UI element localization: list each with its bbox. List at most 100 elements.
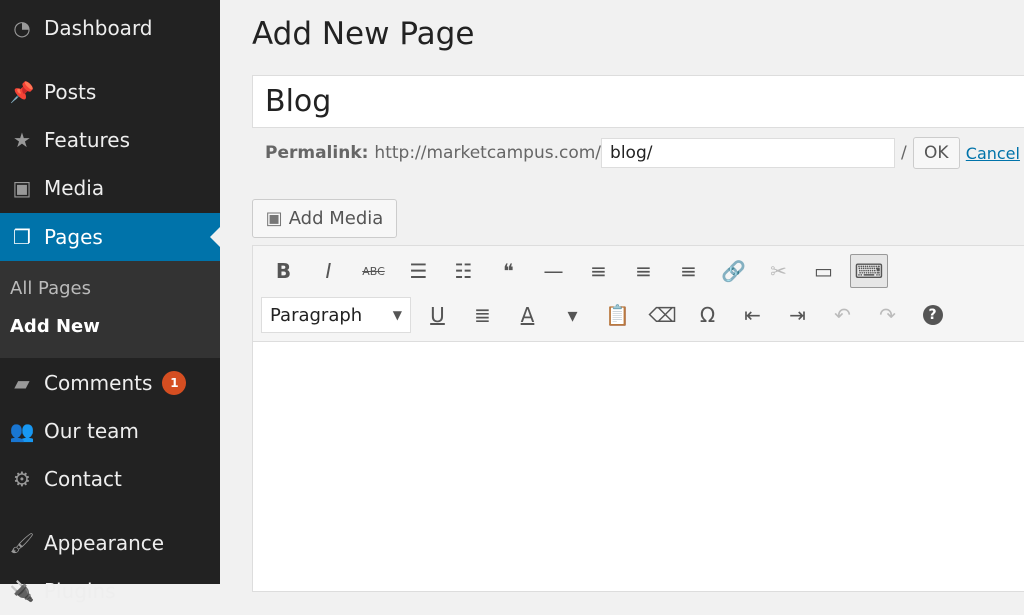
special-character-icon: Ω [699,303,716,327]
page-title: Add New Page [252,16,475,52]
sidebar-item-label: Media [44,176,105,200]
underline-icon: U [430,303,445,327]
format-select[interactable]: Paragraph ▼ [261,297,411,333]
help-icon: ? [922,305,943,325]
add-media-button[interactable]: ▣ Add Media [252,199,397,238]
horizontal-line-icon: — [543,259,564,283]
sidebar-item-pages[interactable]: ❐ Pages [0,213,220,261]
gear-icon: ⚙ [13,467,31,491]
sidebar-item-plugins[interactable]: 🔌 Plugins [0,567,220,615]
team-icon: 👥 [9,419,35,443]
underline-button[interactable]: U [415,298,460,332]
chevron-down-icon: ▼ [392,308,402,322]
pin-icon: 📌 [9,80,35,104]
cancel-link[interactable]: Cancel [966,144,1020,163]
unlink-button[interactable]: ✂ [756,254,801,288]
redo-icon: ↷ [879,303,896,327]
justify-icon: ≣ [474,303,491,327]
align-center-button[interactable]: ≡ [621,254,666,288]
clear-formatting-button[interactable]: ⌫ [640,298,685,332]
star-icon: ★ [13,128,31,152]
media-icon: ▣ [265,208,283,229]
submenu-add-new[interactable]: Add New [10,316,100,337]
align-center-icon: ≡ [635,259,652,283]
sidebar-item-label: Our team [44,419,139,443]
toolbar-toggle-icon: ⌨ [854,259,884,283]
horizontal-line-button[interactable]: — [531,254,576,288]
slug-input[interactable] [601,138,896,168]
paste-text-button[interactable]: 📋 [595,298,640,332]
editor-content-area[interactable] [252,342,1024,592]
read-more-button[interactable]: ▭ [801,254,846,288]
count-badge: 1 [162,371,187,395]
editor-toolbar: B I ABC ☰ ☷ ❝ — ≡ ≡ ≡ 🔗 ✂ ▭ ⌨ Paragraph ▼ U ≣ A ▾ 📋 ⌫ Ω ⇤ ⇥ ↶ ↷? [252,245,1024,342]
permalink-row: Permalink: http://marketcampus.com/ / OK… [265,137,1020,169]
sidebar-item-dashboard[interactable]: ◔ Dashboard [0,4,220,52]
media-icon: ▣ [12,176,32,200]
link-button[interactable]: 🔗 [711,254,756,288]
special-character-button[interactable]: Ω [685,298,730,332]
paste-text-icon: 📋 [605,303,630,327]
sidebar-item-label: Appearance [44,531,165,555]
read-more-icon: ▭ [814,259,833,283]
outdent-button[interactable]: ⇤ [730,298,775,332]
help-button[interactable]: ? [910,298,955,332]
text-color-dropdown-button[interactable]: ▾ [550,298,595,332]
sidebar-item-comments[interactable]: ▰ Comments 1 [0,359,220,407]
comment-icon: ▰ [14,371,30,395]
strikethrough-icon: ABC [362,264,385,278]
align-left-button[interactable]: ≡ [576,254,621,288]
permalink-label: Permalink: [265,143,369,163]
plugin-icon: 🔌 [9,579,35,603]
sidebar-item-contact[interactable]: ⚙ Contact [0,455,220,503]
pages-icon: ❐ [13,225,31,249]
sidebar-item-features[interactable]: ★ Features [0,116,220,164]
bold-icon: B [275,259,292,283]
bullet-list-icon: ☰ [409,259,428,283]
sidebar-item-label: Comments [44,371,153,395]
indent-icon: ⇥ [789,303,806,327]
undo-icon: ↶ [834,303,851,327]
numbered-list-icon: ☷ [454,259,473,283]
align-right-button[interactable]: ≡ [666,254,711,288]
link-icon: 🔗 [721,259,746,283]
sidebar-item-label: Pages [44,225,103,249]
undo-button[interactable]: ↶ [820,298,865,332]
text-color-dropdown-icon: ▾ [567,303,578,327]
sidebar-item-posts[interactable]: 📌 Posts [0,68,220,116]
italic-icon: I [325,259,332,283]
pages-submenu: All Pages Add New [0,261,220,358]
outdent-icon: ⇤ [744,303,761,327]
sidebar-item-label: Plugins [44,579,116,603]
sidebar-item-label: Contact [44,467,122,491]
format-value: Paragraph [270,304,363,326]
title-input[interactable]: Blog [252,75,1024,128]
bold-button[interactable]: B [261,254,306,288]
redo-button[interactable]: ↷ [865,298,910,332]
blockquote-icon: ❝ [503,259,514,283]
justify-button[interactable]: ≣ [460,298,505,332]
numbered-list-button[interactable]: ☷ [441,254,486,288]
sidebar-item-appearance[interactable]: 🖌 Appearance [0,519,220,567]
align-right-icon: ≡ [680,259,697,283]
sidebar-item-media[interactable]: ▣ Media [0,164,220,212]
italic-button[interactable]: I [306,254,351,288]
add-media-label: Add Media [288,208,384,229]
slash: / [901,143,907,163]
text-color-button[interactable]: A [505,298,550,332]
text-color-icon: A [520,303,535,327]
sidebar-item-label: Features [44,128,130,152]
clear-formatting-icon: ⌫ [648,303,677,327]
sidebar-item-our-team[interactable]: 👥 Our team [0,407,220,455]
strikethrough-button[interactable]: ABC [351,254,396,288]
permalink-base: http://marketcampus.com/ [374,143,602,163]
submenu-all-pages[interactable]: All Pages [10,278,91,299]
unlink-icon: ✂ [770,259,787,283]
sidebar-item-label: Dashboard [44,16,153,40]
blockquote-button[interactable]: ❝ [486,254,531,288]
toolbar-toggle-button[interactable]: ⌨ [850,254,888,288]
sidebar-item-label: Posts [44,80,97,104]
indent-button[interactable]: ⇥ [775,298,820,332]
ok-button[interactable]: OK [912,137,960,169]
bullet-list-button[interactable]: ☰ [396,254,441,288]
